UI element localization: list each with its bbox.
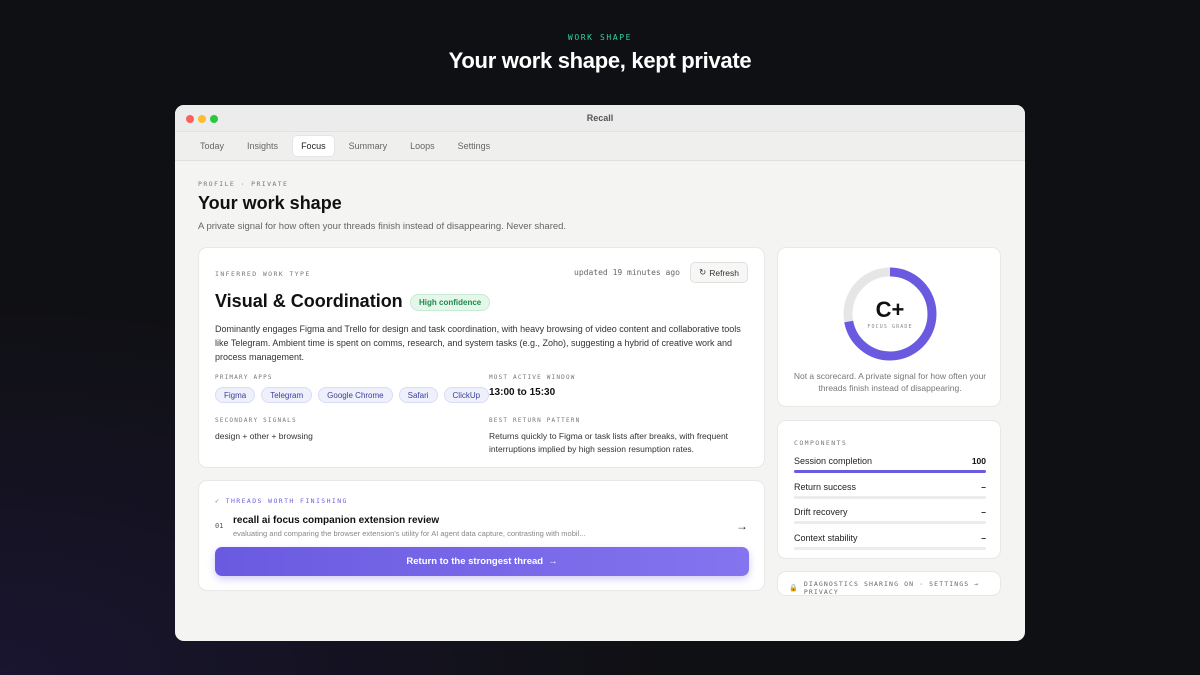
- refresh-icon: ↻: [699, 267, 707, 277]
- app-window: Recall Today Insights Focus Summary Loop…: [175, 105, 1025, 641]
- diagnostics-text: DIAGNOSTICS SHARING ON · SETTINGS → PRIV…: [803, 580, 980, 596]
- component-name: Session completion: [794, 456, 873, 466]
- app-chip-google-chrome: Google Chrome: [318, 387, 393, 403]
- component-bar: [794, 547, 986, 550]
- tab-settings[interactable]: Settings: [450, 136, 499, 156]
- best-return-pattern: Returns quickly to Figma or task lists a…: [489, 431, 729, 454]
- app-chip-safari: Safari: [398, 387, 438, 403]
- app-chip-figma: Figma: [215, 387, 256, 403]
- component-name: Context stability: [794, 533, 858, 543]
- hero-eyebrow: WORK SHAPE: [567, 33, 633, 42]
- primary-apps-label: PRIMARY APPS: [215, 374, 273, 381]
- work-type-description: Dominantly engages Figma and Trello for …: [215, 324, 741, 362]
- component-bar: [794, 496, 986, 499]
- components-eyebrow: COMPONENTS: [794, 439, 848, 447]
- component-value: –: [981, 482, 986, 492]
- app-chip-telegram: Telegram: [261, 387, 313, 403]
- component-name: Return success: [794, 482, 857, 492]
- component-name: Drift recovery: [794, 507, 848, 517]
- tab-insights[interactable]: Insights: [239, 136, 286, 156]
- page-title: Your work shape: [198, 193, 342, 213]
- tab-summary[interactable]: Summary: [341, 136, 396, 156]
- arrow-right-icon: →: [548, 556, 558, 567]
- components-card: COMPONENTS Session completion 100 Return…: [777, 420, 1001, 559]
- most-active-window: 13:00 to 15:30: [489, 387, 556, 398]
- confidence-badge: High confidence: [410, 294, 491, 311]
- arrow-right-icon[interactable]: →: [736, 519, 748, 533]
- focus-grade-card: C+ FOCUS GRADE Not a scorecard. A privat…: [777, 247, 1001, 407]
- secondary-signals-label: SECONDARY SIGNALS: [215, 417, 297, 424]
- return-to-thread-button[interactable]: Return to the strongest thread →: [215, 547, 749, 576]
- thread-subtitle: evaluating and comparing the browser ext…: [233, 529, 586, 538]
- focus-grade-value: C+: [875, 297, 905, 322]
- component-bar-fill: [794, 470, 986, 473]
- tab-focus[interactable]: Focus: [293, 136, 334, 156]
- secondary-signals: design + other + browsing: [215, 431, 313, 441]
- diagnostics-card[interactable]: 🔒 DIAGNOSTICS SHARING ON · SETTINGS → PR…: [777, 571, 1001, 596]
- app-chip-clickup: ClickUp: [443, 387, 490, 403]
- updated-timestamp: updated 19 minutes ago: [574, 268, 680, 277]
- threads-eyebrow: ✓ THREADS WORTH FINISHING: [215, 497, 348, 505]
- hero-title: Your work shape, kept private: [448, 48, 752, 73]
- component-value: 100: [971, 456, 986, 466]
- work-type-title: Visual & Coordination: [215, 291, 403, 311]
- thread-title: recall ai focus companion extension revi…: [233, 515, 440, 526]
- component-bar: [794, 470, 986, 473]
- work-type-card: INFERRED WORK TYPE updated 19 minutes ag…: [198, 247, 765, 468]
- profile-eyebrow: PROFILE · PRIVATE: [198, 180, 289, 188]
- lock-icon: 🔒: [789, 584, 799, 592]
- window-title: Recall: [586, 113, 614, 123]
- best-return-label: BEST RETURN PATTERN: [489, 417, 581, 424]
- thread-number: 01: [215, 522, 224, 530]
- tab-loops[interactable]: Loops: [402, 136, 443, 156]
- focus-grade-note: Not a scorecard. A private signal for ho…: [793, 371, 987, 393]
- cta-label: Return to the strongest thread: [406, 556, 544, 567]
- tab-bar: Today Insights Focus Summary Loops Setti…: [175, 132, 1025, 161]
- most-active-label: MOST ACTIVE WINDOW: [489, 374, 576, 381]
- threads-card: ✓ THREADS WORTH FINISHING 01 recall ai f…: [198, 480, 765, 591]
- title-bar: Recall: [175, 105, 1025, 132]
- refresh-label: Refresh: [709, 267, 739, 278]
- primary-apps-list: Figma Telegram Google Chrome Safari Clic…: [215, 387, 490, 403]
- component-value: –: [981, 533, 986, 543]
- component-bar: [794, 521, 986, 524]
- refresh-button[interactable]: ↻ Refresh: [690, 262, 748, 283]
- inferred-eyebrow: INFERRED WORK TYPE: [215, 270, 311, 278]
- focus-grade-label: FOCUS GRADE: [867, 324, 913, 330]
- tab-today[interactable]: Today: [192, 136, 232, 156]
- page-subtitle: A private signal for how often your thre…: [198, 221, 567, 232]
- component-value: –: [981, 507, 986, 517]
